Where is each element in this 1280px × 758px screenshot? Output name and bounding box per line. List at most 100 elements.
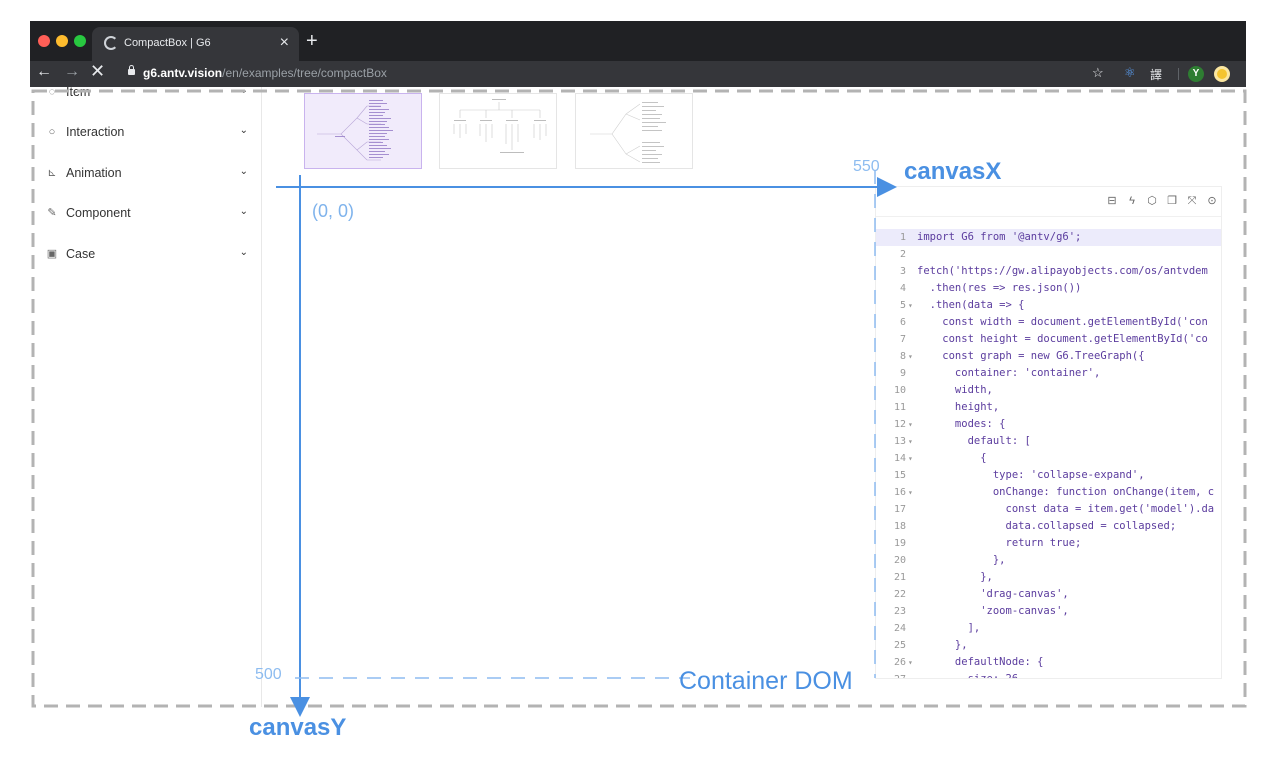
browser-window: CompactBox | G6 × + ← → ✕ g6.antv.vision… [30, 21, 1246, 707]
fullscreen-icon[interactable]: ⤧ [1185, 194, 1199, 208]
line-number: 18 [893, 521, 906, 532]
sidebar-item-interaction[interactable]: ○ Interaction ⌄ [46, 124, 252, 146]
code-text: height, [917, 401, 1000, 413]
thunder-icon[interactable]: ϟ [1125, 194, 1139, 208]
sidebar-item-label: Interaction [66, 125, 125, 139]
sidebar-item-label: Animation [66, 166, 122, 180]
fold-toggle-icon[interactable]: ▾ [908, 297, 913, 314]
line-number: 8 [899, 351, 906, 362]
example-thumbnail-vertical[interactable] [439, 93, 557, 169]
sidebar-item-case[interactable]: ▣ Case ⌄ [46, 246, 252, 268]
line-number: 23 [893, 606, 906, 617]
code-lines[interactable]: 1 import G6 from '@antv/g6'; 2 3 fetch('http… [876, 229, 1221, 679]
code-line[interactable]: 3 fetch('https://gw.alipayobjects.com/os/… [876, 263, 1221, 280]
code-line[interactable]: 22 'drag-canvas', [876, 586, 1221, 603]
code-text: modes: { [917, 418, 1006, 430]
code-text: const height = document.getElementById('… [917, 333, 1208, 345]
forward-arrow-icon[interactable]: → [64, 63, 80, 81]
tree-preview-image [317, 100, 393, 161]
code-line[interactable]: 12 ▾ modes: { [876, 416, 1221, 433]
canvas-y-label: canvasY [249, 714, 347, 741]
code-text: const width = document.getElementById('c… [917, 316, 1208, 328]
code-text: 'zoom-canvas', [917, 605, 1069, 617]
fold-toggle-icon[interactable]: ▾ [908, 654, 913, 671]
chevron-down-icon: ⌄ [239, 247, 248, 258]
code-line[interactable]: 26 ▾ defaultNode: { [876, 654, 1221, 671]
code-line[interactable]: 18 data.collapsed = collapsed; [876, 518, 1221, 535]
line-number: 4 [899, 283, 906, 294]
lock-icon [128, 65, 135, 75]
example-thumbnail-compactbox[interactable] [304, 93, 422, 169]
code-text: return true; [917, 537, 1082, 549]
translate-extension-icon[interactable]: 譯 [1150, 66, 1162, 83]
code-line[interactable]: 10 width, [876, 382, 1221, 399]
fold-toggle-icon[interactable]: ▾ [908, 348, 913, 365]
code-line[interactable]: 5 ▾ .then(data => { [876, 297, 1221, 314]
line-number: 10 [893, 385, 906, 396]
close-window-button[interactable] [38, 35, 50, 47]
react-devtools-icon[interactable]: ⚛ [1124, 65, 1136, 81]
fold-toggle-icon[interactable]: ▾ [908, 484, 913, 501]
fold-toggle-icon[interactable]: ▾ [908, 433, 913, 450]
sandbox-icon[interactable]: ⊟ [1105, 194, 1119, 208]
new-tab-button[interactable]: + [306, 30, 318, 53]
code-line[interactable]: 21 }, [876, 569, 1221, 586]
url-field[interactable]: g6.antv.vision/en/examples/tree/compactB… [143, 66, 387, 80]
codepen-icon[interactable]: ⬡ [1145, 194, 1159, 208]
code-line[interactable]: 20 }, [876, 552, 1221, 569]
code-line[interactable]: 15 type: 'collapse-expand', [876, 467, 1221, 484]
code-text: { [917, 452, 987, 464]
code-line[interactable]: 17 const data = item.get('model').da [876, 501, 1221, 518]
code-line[interactable]: 7 const height = document.getElementById… [876, 331, 1221, 348]
code-line[interactable]: 9 container: 'container', [876, 365, 1221, 382]
line-number: 24 [893, 623, 906, 634]
tab-bar: CompactBox | G6 × + [30, 21, 1246, 61]
code-text: size: 26, [917, 673, 1025, 679]
example-content: ⊟ ϟ ⬡ ❐ ⤧ ⊙ 1 import G6 from '@antv/g6'; 2… [263, 87, 1246, 707]
sidebar-item-animation[interactable]: ⊾ Animation ⌄ [46, 165, 252, 187]
example-thumbnail-radial[interactable] [575, 93, 693, 169]
fold-toggle-icon[interactable]: ▾ [908, 416, 913, 433]
line-number: 5 [899, 300, 906, 311]
code-line[interactable]: 1 import G6 from '@antv/g6'; [876, 229, 1221, 246]
code-line[interactable]: 25 }, [876, 637, 1221, 654]
code-line[interactable]: 16 ▾ onChange: function onChange(item, c [876, 484, 1221, 501]
line-number: 22 [893, 589, 906, 600]
toolbar-divider [1178, 68, 1179, 80]
stop-loading-icon[interactable]: ✕ [90, 61, 105, 82]
fold-toggle-icon[interactable]: ▾ [908, 450, 913, 467]
line-number: 17 [893, 504, 906, 515]
minimize-window-button[interactable] [56, 35, 68, 47]
code-text: defaultNode: { [917, 656, 1044, 668]
code-text: ], [917, 622, 981, 634]
code-line[interactable]: 19 return true; [876, 535, 1221, 552]
profile-avatar[interactable]: Y [1188, 66, 1204, 82]
url-path: /en/examples/tree/compactBox [222, 66, 387, 80]
sidebar-item-item[interactable]: ◌ Item ⌄ [46, 84, 252, 106]
code-editor[interactable]: ⊟ ϟ ⬡ ❐ ⤧ ⊙ 1 import G6 from '@antv/g6'; 2… [875, 186, 1222, 679]
animation-icon: ⊾ [47, 167, 57, 179]
tab-close-button[interactable]: × [280, 34, 289, 52]
g6-favicon-icon [104, 36, 118, 50]
code-line[interactable]: 23 'zoom-canvas', [876, 603, 1221, 620]
back-arrow-icon[interactable]: ← [36, 63, 52, 81]
bookmark-star-icon[interactable]: ☆ [1092, 65, 1104, 81]
code-line[interactable]: 14 ▾ { [876, 450, 1221, 467]
play-icon[interactable]: ⊙ [1205, 194, 1219, 208]
coin-extension-icon[interactable] [1214, 66, 1230, 82]
code-line[interactable]: 11 height, [876, 399, 1221, 416]
code-line[interactable]: 24 ], [876, 620, 1221, 637]
maximize-window-button[interactable] [74, 35, 86, 47]
browser-tab[interactable]: CompactBox | G6 × [92, 27, 299, 61]
copy-icon[interactable]: ❐ [1165, 194, 1179, 208]
sidebar-item-component[interactable]: ✎ Component ⌄ [46, 205, 252, 227]
sidebar-item-label: Item [66, 85, 91, 99]
line-number: 11 [893, 402, 906, 413]
code-line[interactable]: 6 const width = document.getElementById(… [876, 314, 1221, 331]
code-line[interactable]: 2 [876, 246, 1221, 263]
code-line[interactable]: 13 ▾ default: [ [876, 433, 1221, 450]
line-number: 14 [893, 453, 906, 464]
code-line[interactable]: 27 size: 26, [876, 671, 1221, 679]
code-line[interactable]: 8 ▾ const graph = new G6.TreeGraph({ [876, 348, 1221, 365]
code-line[interactable]: 4 .then(res => res.json()) [876, 280, 1221, 297]
